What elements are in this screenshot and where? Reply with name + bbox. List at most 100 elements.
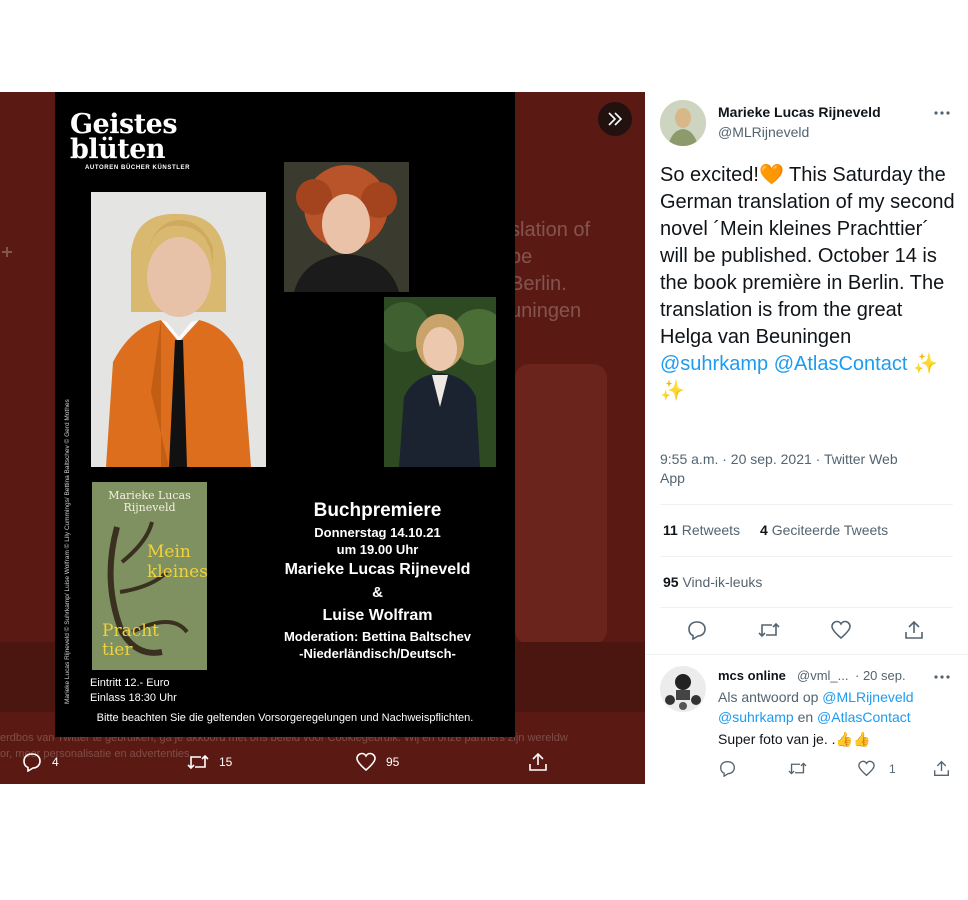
mention-link[interactable]: @suhrkamp <box>660 353 768 375</box>
quote-tweets-stat[interactable]: 4 Geciteerde Tweets <box>760 522 888 538</box>
reply-count: 4 <box>52 755 59 769</box>
share-button[interactable] <box>904 620 924 645</box>
tweet-text-part: This Saturday the German translation of … <box>660 164 955 348</box>
retweets-stat[interactable]: 11 Retweets <box>663 522 740 538</box>
more-horizontal-icon <box>934 111 950 115</box>
replying-to: Als antwoord op @MLRijneveld @suhrkamp en… <box>718 687 958 727</box>
reply-avatar[interactable] <box>660 666 706 712</box>
share-icon <box>905 620 923 639</box>
avatar[interactable] <box>660 100 706 146</box>
background-text: uningen <box>510 300 582 322</box>
event-title: Buchpremiere <box>313 500 442 521</box>
background-text: Berlin. <box>510 273 567 295</box>
share-icon <box>934 760 949 776</box>
like-button[interactable] <box>831 620 851 645</box>
book-title: Pracht tier <box>102 621 160 660</box>
retweet-count: 15 <box>219 755 233 769</box>
entry-price: Eintritt 12.- Euro <box>90 677 170 689</box>
more-options-button[interactable] <box>933 104 951 127</box>
reply-text: Super foto van je. .👍👍 <box>718 729 870 749</box>
tweet-text-part: So excited! <box>660 164 759 186</box>
event-amp: & <box>372 584 383 601</box>
reply-retweet-button[interactable] <box>788 760 807 782</box>
reply-icon <box>688 621 706 641</box>
retweet-button[interactable] <box>758 620 780 645</box>
brand-line: blüten <box>70 134 166 165</box>
quotes-count: 4 <box>760 522 768 538</box>
mention-link[interactable]: @AtlasContact <box>774 353 908 375</box>
brand-logo: Geistes blüten <box>70 111 178 165</box>
book-author: Marieke Lucas Rijneveld <box>108 489 191 514</box>
retweets-count: 11 <box>663 522 678 538</box>
reply-author-name[interactable]: mcs online <box>718 668 786 683</box>
tweet-detail-pane: Marieke Lucas Rijneveld @MLRijneveld So … <box>645 92 968 784</box>
mention-link[interactable]: @suhrkamp <box>718 709 794 725</box>
event-poster-image[interactable]: Geistes blüten AUTOREN BÜCHER KÜNSTLER M… <box>55 92 515 737</box>
reply-text-body: Super foto van je. . <box>718 731 836 747</box>
heart-icon <box>831 620 851 640</box>
divider <box>660 504 953 505</box>
media-viewer: slation of be Berlin. uningen erdbos van… <box>0 92 645 784</box>
like-count: 95 <box>386 755 400 769</box>
event-moderation: Moderation: Bettina Baltschev <box>283 629 472 644</box>
author-name[interactable]: Marieke Lucas Rijneveld <box>718 104 881 120</box>
reply-icon <box>23 753 41 772</box>
reply-time[interactable]: · 20 sep. <box>855 668 906 683</box>
next-image-button[interactable] <box>598 102 632 136</box>
retweet-button[interactable]: 15 <box>187 752 232 772</box>
retweet-icon <box>758 622 780 638</box>
reply-like-button[interactable]: 1 <box>858 760 896 777</box>
photo-credits: Marieke Lucas Rijneveld © Suhrkamp/ Luis… <box>64 399 71 704</box>
heart-icon <box>356 752 376 772</box>
retweets-label: Retweets <box>681 522 741 538</box>
book-title: Mein kleines <box>147 542 208 582</box>
tweet-text: So excited!🧡 This Saturday the German tr… <box>660 162 960 405</box>
event-details: Buchpremiere Donnerstag 14.10.21 um 19.0… <box>240 498 515 662</box>
likes-stat[interactable]: 95 Vind-ik-leuks <box>663 574 762 590</box>
guest-photo <box>284 162 409 292</box>
quotes-label: Geciteerde Tweets <box>771 522 889 538</box>
reply-button[interactable] <box>687 620 707 645</box>
event-guest: Luise Wolfram <box>322 607 433 624</box>
event-language: -Niederländisch/Deutsch- <box>299 646 456 661</box>
divider <box>660 607 953 608</box>
retweet-icon <box>788 762 807 775</box>
reply-button[interactable]: 4 <box>22 752 59 772</box>
background-text: slation of <box>510 219 591 241</box>
heart-icon <box>858 760 875 777</box>
event-time: um 19.00 Uhr <box>336 542 419 557</box>
thumbs-up-emoji: 👍👍 <box>835 731 871 747</box>
likes-label: Vind-ik-leuks <box>682 574 763 590</box>
like-button[interactable]: 95 <box>356 752 399 772</box>
retweet-icon <box>187 754 209 770</box>
media-action-bar: 4 15 95 <box>0 742 645 784</box>
screenshot-root: { "background": { "ghost_lines": ["slati… <box>0 0 968 900</box>
mention-link[interactable]: @AtlasContact <box>817 709 911 725</box>
divider <box>645 654 968 655</box>
reply-like-count: 1 <box>889 761 896 776</box>
book-cover: Marieke Lucas Rijneveld Mein kleines Pra… <box>92 482 208 670</box>
share-button[interactable] <box>528 752 548 772</box>
share-icon <box>529 752 547 771</box>
orange-heart-emoji: 🧡 <box>758 164 784 186</box>
event-date: Donnerstag 14.10.21 <box>314 525 441 540</box>
more-horizontal-icon <box>934 675 950 679</box>
reply-author-handle[interactable]: @vml_... <box>797 668 848 683</box>
replying-label: Als antwoord op <box>718 689 823 705</box>
author-photo <box>91 192 266 467</box>
moderator-photo <box>384 297 496 467</box>
reply-reply-button[interactable] <box>719 760 736 782</box>
brand-tagline: AUTOREN BÜCHER KÜNSTLER <box>85 165 191 171</box>
mention-link[interactable]: @MLRijneveld <box>822 689 913 705</box>
tweet-timestamp[interactable]: 9:55 a.m. · 20 sep. 2021 · Twitter Web A… <box>660 450 920 488</box>
reply-icon <box>720 761 735 778</box>
divider <box>660 556 953 557</box>
background-media-card <box>515 364 607 644</box>
author-handle[interactable]: @MLRijneveld <box>718 124 809 140</box>
event-author: Marieke Lucas Rijneveld <box>284 561 471 578</box>
background-nav-icons <box>2 247 12 257</box>
double-chevron-right-icon <box>608 112 623 126</box>
entry-time: Einlass 18:30 Uhr <box>90 692 177 704</box>
notice-text: Bitte beachten Sie die geltenden Vorsorg… <box>96 712 474 724</box>
reply-share-button[interactable] <box>933 760 950 782</box>
